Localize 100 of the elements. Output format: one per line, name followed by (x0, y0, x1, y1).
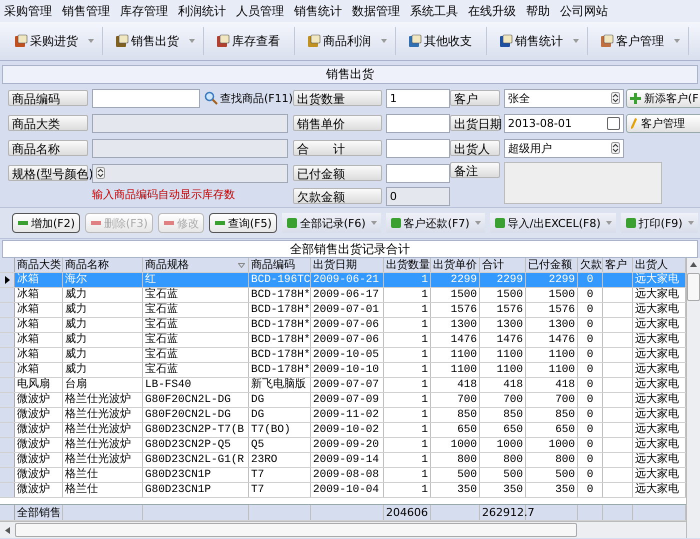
table-cell: 2009-10-10 (311, 363, 384, 377)
toolbar-button[interactable]: 库存查看 (210, 30, 286, 52)
table-cell: 1300 (480, 318, 526, 332)
menu-item[interactable]: 销售管理 (62, 2, 110, 20)
input-field[interactable] (92, 88, 200, 108)
dropdown-caret-icon[interactable] (189, 39, 195, 43)
table-cell: 1 (384, 288, 431, 302)
table-row[interactable]: 微波炉 格兰仕光波炉 G80D23CN2P-Q5 Q5 2009-09-20 1 1000 1000 1000 0 远大家电 (0, 438, 686, 453)
table-row[interactable]: 微波炉 格兰仕 G80D23CN1P T7 2009-10-04 1 350 350 350 0 远大家电 (0, 483, 686, 498)
table-row[interactable]: 冰箱 威力 宝石蓝 BCD-178H* 2009-07-06 1 1476 1476 1476 0 远大家电 (0, 333, 686, 348)
input-field[interactable] (386, 164, 450, 182)
table-row[interactable]: 微波炉 格兰仕 G80D23CN1P T7 2009-08-08 1 500 500 500 0 远大家电 (0, 468, 686, 483)
table-cell: 格兰仕光波炉 (63, 393, 143, 407)
toolbar-button[interactable]: 商品利润 (301, 30, 377, 52)
table-cell: 1 (384, 468, 431, 482)
action-button[interactable]: 查询(F5) (208, 213, 277, 233)
column-header[interactable]: 商品大类 (15, 258, 63, 272)
dropdown-caret-icon[interactable] (573, 39, 579, 43)
menu-item[interactable]: 公司网站 (560, 2, 608, 20)
add-customer-button[interactable]: 新添客户(F (626, 88, 700, 108)
table-row[interactable]: 冰箱 威力 宝石蓝 BCD-178H* 2009-10-05 1 1100 1100 1100 0 远大家电 (0, 348, 686, 363)
dropdown-caret-icon[interactable] (674, 39, 680, 43)
vertical-scrollbar[interactable] (686, 258, 700, 538)
input-field[interactable]: 1 (386, 88, 450, 108)
table-cell: 1000 (480, 438, 526, 452)
toolbar-button[interactable]: 销售出货 (109, 30, 185, 52)
menu-item[interactable]: 销售统计 (294, 2, 342, 20)
table-cell: 1500 (480, 288, 526, 302)
note-field[interactable] (504, 162, 662, 204)
toolbar-button[interactable]: 销售统计 (493, 30, 569, 52)
input-field[interactable]: 0 (386, 186, 450, 206)
dropdown-caret-icon (474, 221, 481, 225)
table-row[interactable]: 冰箱 威力 宝石蓝 BCD-178H* 2009-10-10 1 1100 1100 1100 0 远大家电 (0, 363, 686, 378)
table-cell: 350 (480, 483, 526, 497)
toolbar-icon (499, 34, 513, 48)
table-row[interactable]: 电风扇 台扇 LB-FS40 新飞电脑版 2009-07-07 1 418 418 418 0 远大家电 (0, 378, 686, 393)
table-cell: 2009-06-17 (311, 288, 384, 302)
seller-dropdown[interactable]: 超级用户 (504, 138, 624, 158)
menu-item[interactable]: 帮助 (526, 2, 550, 20)
menu-item[interactable]: 采购管理 (4, 2, 52, 20)
column-header[interactable]: 商品规格 (143, 258, 249, 272)
menu-button[interactable]: 导入/出EXCEL(F8) (490, 213, 616, 233)
table-cell: 1 (384, 393, 431, 407)
menu-item[interactable]: 利润统计 (178, 2, 226, 20)
table-row[interactable]: 微波炉 格兰仕光波炉 G80D23CN2L-G1(R 23RO 2009-09-14 1 800 800 800 0 远大家电 (0, 453, 686, 468)
menu-button[interactable]: 客户还款(F7) (386, 213, 485, 233)
table-row[interactable]: 微波炉 格兰仕光波炉 G80F20CN2L-DG DG 2009-07-09 1 700 700 700 0 远大家电 (0, 393, 686, 408)
scroll-up-icon[interactable] (690, 262, 697, 267)
table-cell: 宝石蓝 (143, 288, 249, 302)
dropdown-caret-icon[interactable] (381, 39, 387, 43)
table-cell: 350 (431, 483, 480, 497)
table-cell: 700 (431, 393, 480, 407)
spec-dropdown[interactable] (92, 164, 288, 182)
row-header[interactable] (0, 273, 15, 287)
toolbar-button[interactable]: 采购进货 (8, 30, 84, 52)
menu-item[interactable]: 库存管理 (120, 2, 168, 20)
toolbar-icon (115, 34, 129, 48)
column-header[interactable]: 欠款 (578, 258, 603, 272)
table-row[interactable]: 冰箱 威力 宝石蓝 BCD-178H* 2009-07-01 1 1576 1576 1576 0 远大家电 (0, 303, 686, 318)
scroll-thumb[interactable] (15, 523, 577, 537)
table-row[interactable]: 冰箱 威力 宝石蓝 BCD-178H* 2009-06-17 1 1500 1500 1500 0 远大家电 (0, 288, 686, 303)
table-cell: BCD-178H* (249, 348, 311, 362)
table-cell: 1 (384, 348, 431, 362)
column-header[interactable]: 商品名称 (63, 258, 143, 272)
menu-button[interactable]: 打印(F9) (620, 213, 698, 233)
column-header[interactable]: 出货日期 (311, 258, 384, 272)
scroll-left-icon[interactable] (5, 526, 10, 534)
column-header[interactable]: 出货数量 (384, 258, 431, 272)
table-cell: BCD-178H* (249, 363, 311, 377)
menu-item[interactable]: 系统工具 (410, 2, 458, 20)
input-field[interactable] (386, 114, 450, 132)
checkbox[interactable] (606, 116, 620, 130)
find-product-button[interactable]: 查找商品(F11) (204, 90, 293, 106)
pencil-icon (630, 118, 638, 128)
input-field[interactable] (386, 138, 450, 158)
customer-dropdown[interactable]: 张全 (504, 88, 624, 108)
toolbar-button[interactable]: 客户管理 (594, 30, 670, 52)
plus-icon (630, 92, 641, 104)
column-header[interactable]: 客户 (603, 258, 633, 272)
table-row[interactable]: 冰箱 威力 宝石蓝 BCD-178H* 2009-07-06 1 1300 1300 1300 0 远大家电 (0, 318, 686, 333)
scroll-thumb[interactable] (687, 273, 700, 301)
menu-item[interactable]: 数据管理 (352, 2, 400, 20)
menu-button[interactable]: 全部记录(F6) (282, 213, 381, 233)
date-field[interactable]: 2013-08-01 (504, 114, 624, 132)
column-header[interactable]: 已付金额 (526, 258, 578, 272)
menu-item[interactable]: 人员管理 (236, 2, 284, 20)
action-button[interactable]: 增加(F2) (12, 213, 80, 233)
dropdown-caret-icon[interactable] (88, 39, 94, 43)
table-row[interactable]: 微波炉 格兰仕光波炉 G80F20CN2L-DG DG 2009-11-02 1 850 850 850 0 远大家电 (0, 408, 686, 423)
grid-title: 全部销售出货记录合计 (2, 240, 698, 258)
manage-customer-button[interactable]: 客户管理 (626, 114, 700, 132)
toolbar-button[interactable]: 其他收支 (402, 30, 478, 52)
column-header[interactable]: 出货单价 (431, 258, 480, 272)
table-cell: 850 (526, 408, 578, 422)
table-row[interactable]: 微波炉 格兰仕光波炉 G80D23CN2P-T7(B T7(BO) 2009-10-02 1 650 650 650 0 远大家电 (0, 423, 686, 438)
table-cell: 新飞电脑版 (249, 378, 311, 392)
column-header[interactable]: 合计 (480, 258, 526, 272)
horizontal-scrollbar[interactable] (0, 521, 686, 538)
column-header[interactable]: 商品编码 (249, 258, 311, 272)
menu-item[interactable]: 在线升级 (468, 2, 516, 20)
